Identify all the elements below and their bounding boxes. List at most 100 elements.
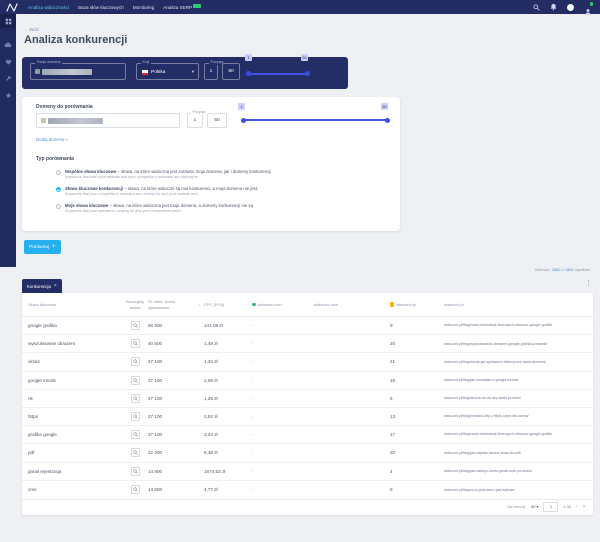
your-domain-label: Twoja domena <box>35 61 62 65</box>
domain4-url-cell[interactable]: widoczni.pl/blog/wyszukiwanie-obrazem-go… <box>444 342 575 346</box>
domain4-url-cell[interactable]: widoczni.pl/blog/nowe-informacje-licencj… <box>444 323 575 327</box>
add-domain-link[interactable]: Dodaj domenę + <box>36 137 68 142</box>
sidebar-item-active[interactable] <box>0 14 16 28</box>
sidebar-item-starred[interactable] <box>0 87 16 104</box>
your-domain-field[interactable]: Twoja domena <box>30 63 126 80</box>
keyword-details-cell <box>122 376 148 385</box>
nav-item-monitoring[interactable]: Monitoring <box>133 5 154 10</box>
domain4-url-cell[interactable]: widoczni.pl/blog/protokol-http-i-https-c… <box>444 414 575 418</box>
keyword-cell: gmail rejestracja <box>22 469 122 474</box>
per-page-select[interactable]: 50▾ <box>531 504 538 509</box>
sidebar-item-cloud[interactable] <box>0 36 16 53</box>
searches-cell: 27 100 <box>148 378 204 383</box>
domain1-position-cell: - <box>244 359 314 364</box>
searches-cell: 27 100 <box>148 396 204 401</box>
keyword-details-button[interactable] <box>131 485 140 494</box>
header-domain4[interactable]: widoczni.pl <box>444 302 575 307</box>
header-keyword-details: Szczegóły słowa <box>122 299 148 309</box>
compare-slider-track[interactable] <box>243 119 388 121</box>
compare-button[interactable]: Porównaj+ <box>24 240 61 254</box>
position-from-input[interactable]: Pozycja 1 <box>204 63 218 80</box>
your-domain-value-redacted <box>42 69 92 75</box>
sidebar-item-tools[interactable] <box>0 70 16 87</box>
magnifier-icon <box>133 378 138 383</box>
keyword-cell: cms <box>22 487 122 492</box>
tab-konkurencja[interactable]: Konkurencja× <box>22 279 62 293</box>
cpc-cell: 2,69 zł <box>204 378 244 383</box>
radio-icon[interactable] <box>56 170 61 175</box>
prev-page-icon[interactable]: ‹ <box>576 504 578 510</box>
compare-slider-handle-max[interactable] <box>385 118 390 123</box>
keyword-details-button[interactable] <box>131 467 140 476</box>
keyword-details-button[interactable] <box>131 376 140 385</box>
compare-position-to-input[interactable]: 50 <box>207 113 227 128</box>
radio-option-competitor-keywords[interactable]: Słowa kluczowe konkurencji – słowa, na k… <box>56 186 258 197</box>
keyword-details-button[interactable] <box>131 394 140 403</box>
senuto-logo-icon[interactable] <box>6 3 18 12</box>
domain4-url-cell[interactable]: widoczni.pl/blog/nowe-informacje-licencj… <box>444 432 575 436</box>
keyword-details-button[interactable] <box>131 339 140 348</box>
nav-item-analiza-widocznosci[interactable]: Analiza widoczności <box>28 5 69 10</box>
compare-slider-handle-min[interactable] <box>241 118 246 123</box>
header-domain1[interactable]: widoczni.com <box>244 302 314 307</box>
header-cpc[interactable]: CPC (PLN) <box>204 302 244 307</box>
domain4-url-cell[interactable]: widoczni.pl/blog/jak-zalozyc-konto-gmail… <box>444 469 575 473</box>
close-icon[interactable]: × <box>54 284 57 289</box>
info-icon[interactable]: ⓘ <box>118 34 123 40</box>
next-page-icon[interactable]: › <box>583 504 585 510</box>
nav-item-analiza-serp[interactable]: Analiza SERP <box>163 5 201 10</box>
searches-cell: 27 100 <box>148 414 204 419</box>
table-menu-icon[interactable]: ⋮ <box>585 280 592 287</box>
bell-icon[interactable] <box>550 3 557 11</box>
domain4-url-cell[interactable]: widoczni.pl/blog/jak-korzystac-z-google-… <box>444 378 575 382</box>
topbar-actions <box>533 3 592 11</box>
magnifier-icon <box>133 469 138 474</box>
magnifier-icon <box>133 323 138 328</box>
domain4-url-cell[interactable]: widoczni.pl/blog/jak-zapisac-strone-www-… <box>444 451 575 455</box>
domain1-position-cell: - <box>244 396 314 401</box>
domain4-url-cell[interactable]: widoczni.pl/blog/whois-jak-sprawdzic-his… <box>444 360 575 364</box>
search-icon[interactable] <box>533 4 540 11</box>
header-domain3[interactable]: widoczni.pl <box>382 302 444 307</box>
cpc-cell: 1,26 zł <box>204 396 244 401</box>
keyword-cell: https <box>22 414 122 419</box>
cpc-cell: 4,77 zł <box>204 487 244 492</box>
position-slider-track[interactable] <box>248 73 308 75</box>
keyword-details-cell <box>122 357 148 366</box>
keyword-details-button[interactable] <box>131 430 140 439</box>
header-domain2[interactable]: widoczni.com <box>314 302 382 307</box>
position-slider-handle-min[interactable] <box>246 71 251 76</box>
page-input[interactable]: 1 <box>543 502 558 512</box>
country-label: Kraj <box>141 61 151 65</box>
nav-item-baza-slow-kluczowych[interactable]: Baza słów kluczowych <box>78 5 124 10</box>
keyword-details-button[interactable] <box>131 321 140 330</box>
radio-icon[interactable] <box>56 204 61 209</box>
radio-icon-selected[interactable] <box>56 187 61 192</box>
sidebar-item-favorites[interactable] <box>0 53 16 70</box>
radio-option-my-keywords[interactable]: Moje słowa kluczowe – słowa, na które wi… <box>56 203 253 214</box>
back-link[interactable]: ← Wróć <box>24 27 39 32</box>
position-slider-handle-max[interactable] <box>305 71 310 76</box>
country-select[interactable]: Kraj Polska ▾ <box>136 63 199 80</box>
domain3-favicon-icon <box>390 302 394 306</box>
position-to-input[interactable]: 50 <box>222 63 240 80</box>
top-navigation-bar: Analiza widoczności Baza słów kluczowych… <box>0 0 600 14</box>
radio-option-common-keywords[interactable]: Wspólne słowa kluczowe – słowa, na które… <box>56 169 271 180</box>
domain4-url-cell[interactable]: widoczni.pl/blog/co-to-jest-cms-i-jaki-w… <box>444 488 575 492</box>
header-avg-searches[interactable]: Śr. mies. liczba wyszukiwań↓ <box>148 299 204 309</box>
results-table-card: Słowo kluczowe Szczegóły słowa Śr. mies.… <box>22 293 593 515</box>
magnifier-icon <box>133 414 138 419</box>
compare-position-from-input[interactable]: Pozycja 1 <box>187 113 203 128</box>
header-keyword[interactable]: Słowo kluczowe <box>22 302 122 307</box>
keyword-details-button[interactable] <box>131 357 140 366</box>
avatar[interactable] <box>567 4 574 11</box>
domain4-url-cell[interactable]: widoczni.pl/blog/strona-na-nk-czy-warto-… <box>444 396 575 400</box>
domain1-position-cell: - <box>244 450 314 455</box>
keyword-details-button[interactable] <box>131 448 140 457</box>
domain1-position-cell: - <box>244 487 314 492</box>
user-icon-with-status[interactable] <box>584 3 592 11</box>
compare-domain-input[interactable] <box>36 113 180 128</box>
keyword-details-button[interactable] <box>131 412 140 421</box>
keyword-details-cell <box>122 430 148 439</box>
domain1-position-cell: - <box>244 469 314 474</box>
